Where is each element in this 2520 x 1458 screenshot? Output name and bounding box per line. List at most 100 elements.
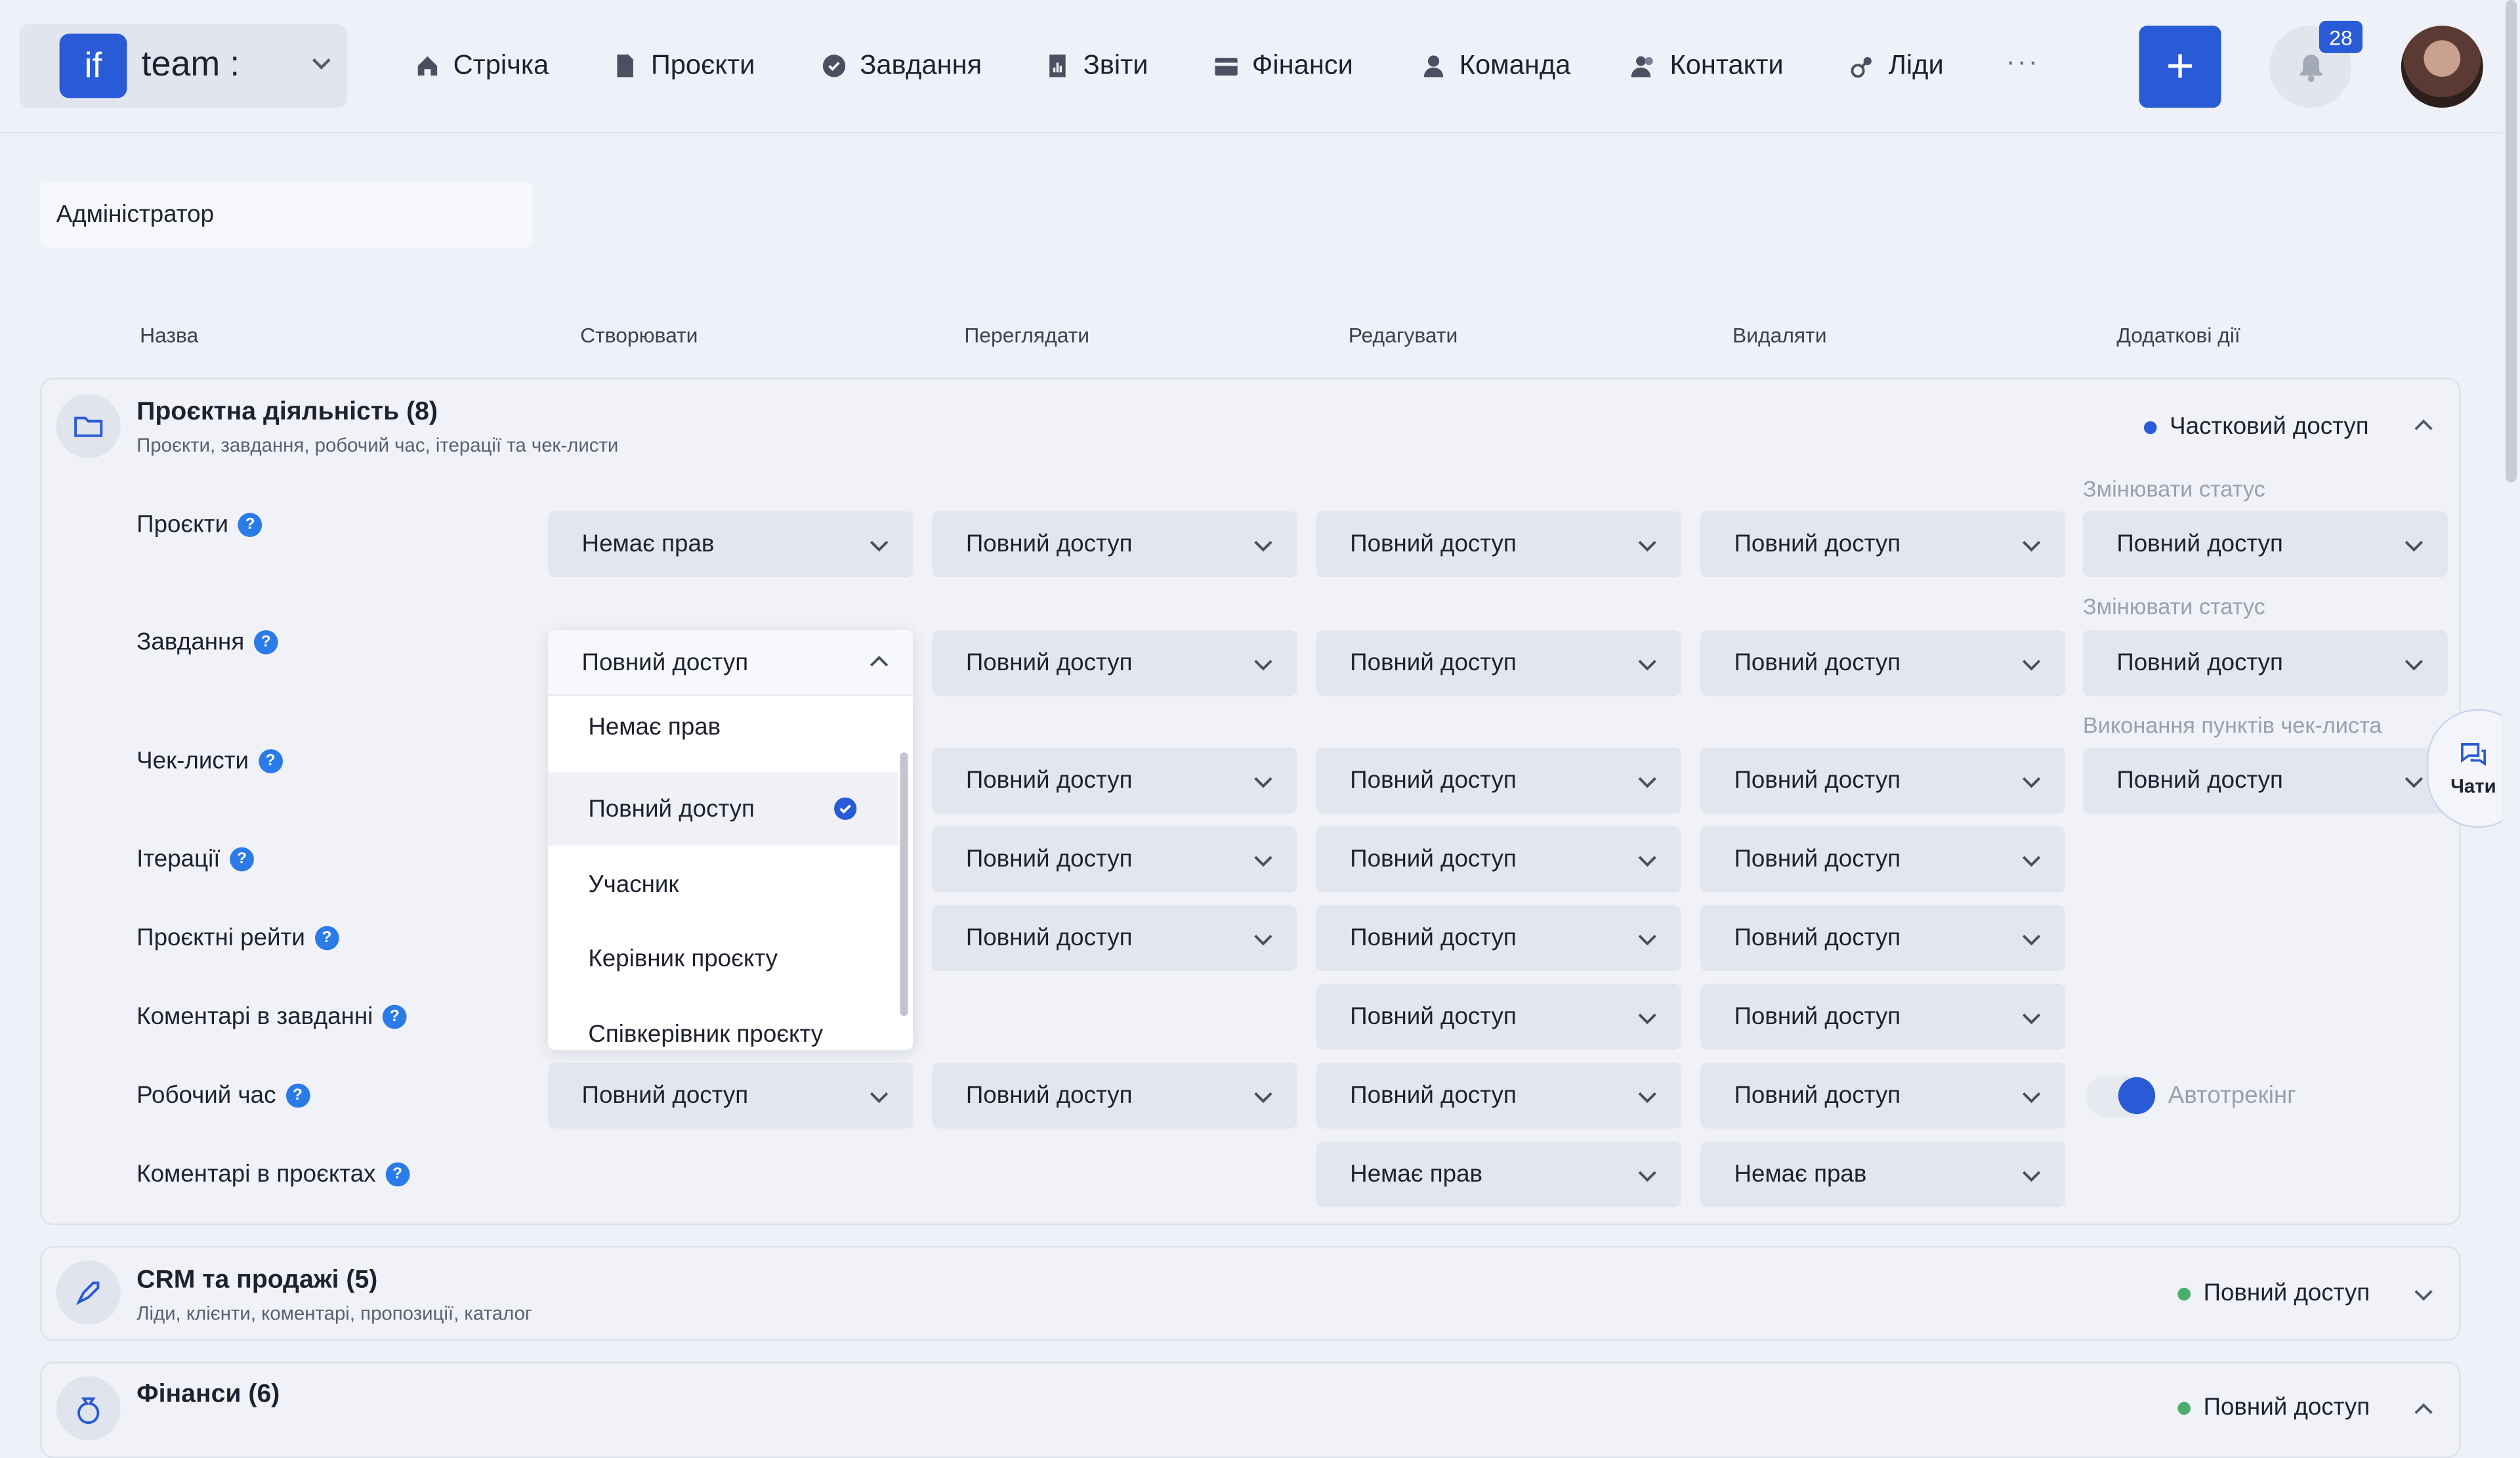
workspace-switcher[interactable]: if team : [19,24,347,108]
nav-finance[interactable]: Фінанси [1213,45,1353,87]
chevron-down-icon [1638,1012,1656,1024]
chevron-down-icon [1638,658,1656,670]
access-label: Частковий доступ [2170,413,2369,441]
dropdown-option[interactable]: Немає прав [548,699,898,754]
column-header-create: Створювати [580,323,698,347]
chevron-down-icon [1254,658,1272,670]
section-subtitle: Проєкти, завдання, робочий час, ітерації… [136,434,619,457]
chevron-down-icon [870,540,889,551]
contacts-icon [1631,56,1653,77]
select-create[interactable]: Немає прав [548,511,914,578]
select-delete[interactable]: Повний доступ [1700,983,2065,1050]
help-icon[interactable]: ? [238,513,262,537]
select-edit[interactable]: Повний доступ [1316,1062,1681,1129]
workspace-name: team : [141,43,240,84]
dropdown-option[interactable]: Учасник [548,847,898,922]
section-card-crm[interactable] [40,1245,2461,1341]
dropdown-scrollbar[interactable] [900,752,908,1016]
row-label-tasks: Завдання? [136,629,278,656]
row-label-project-comments: Коментарі в проєктах? [136,1161,410,1188]
select-extra[interactable]: Повний доступ [2082,747,2448,814]
chevron-up-icon[interactable] [2410,413,2436,439]
role-name-field[interactable]: Адміністратор [40,181,532,248]
help-icon[interactable]: ? [383,1004,407,1029]
select-view[interactable]: Повний доступ [932,905,1297,972]
section-access-status[interactable]: Частковий доступ [2143,413,2369,441]
select-edit[interactable]: Повний доступ [1316,905,1681,972]
nav-feed[interactable]: Стрічка [415,45,549,87]
access-label: Повний доступ [2203,1279,2370,1308]
select-edit[interactable]: Повний доступ [1316,826,1681,893]
section-title: Проєктна діяльність (8) [136,398,438,426]
chevron-down-icon [2022,776,2041,788]
nav-contacts[interactable]: Контакти [1631,45,1784,87]
select-view[interactable]: Повний доступ [932,1062,1297,1129]
select-view[interactable]: Повний доступ [932,511,1297,578]
help-icon[interactable]: ? [253,630,278,654]
section-icon [56,1376,121,1441]
chevron-down-icon [2022,1170,2041,1182]
page-scrollbar-thumb[interactable] [2505,0,2517,482]
chevron-down-icon [2022,1091,2041,1103]
select-view[interactable]: Повний доступ [932,630,1297,697]
more-menu-button[interactable]: ··· [2006,45,2039,79]
section-subtitle: Ліди, клієнти, коментарі, пропозиції, ка… [136,1302,532,1325]
select-edit[interactable]: Повний доступ [1316,630,1681,697]
select-delete[interactable]: Повний доступ [1700,630,2065,697]
section-icon [56,1260,121,1325]
help-icon[interactable]: ? [385,1162,410,1187]
select-create[interactable]: Повний доступ [548,1062,914,1129]
row-label-iterations: Ітерації? [136,846,254,873]
help-icon[interactable]: ? [258,749,283,773]
chevron-down-icon[interactable] [2410,1281,2436,1307]
dropdown-option[interactable]: Співкерівник проєкту [548,997,898,1050]
person-icon [1423,55,1444,77]
section-access-status[interactable]: Повний доступ [2177,1394,2370,1421]
chevron-down-icon [1638,776,1656,788]
dropdown-option[interactable]: Керівник проєкту [548,921,898,995]
select-delete[interactable]: Повний доступ [1700,1062,2065,1129]
select-edit[interactable]: Повний доступ [1316,983,1681,1050]
chevron-down-icon [1254,933,1272,945]
chevron-down-icon [1254,776,1272,788]
section-card-finance[interactable] [40,1362,2461,1458]
user-avatar[interactable] [2401,26,2483,108]
select-view[interactable]: Повний доступ [932,747,1297,814]
dropdown-option-selected[interactable]: Повний доступ [548,771,898,846]
chevron-up-icon[interactable] [2410,1397,2436,1423]
column-header-name: Назва [140,323,199,347]
nav-reports[interactable]: Звіти [1045,45,1148,87]
add-button[interactable]: + [2139,26,2221,108]
select-view[interactable]: Повний доступ [932,826,1297,893]
chevron-down-icon [1638,855,1656,867]
chevron-down-icon [2022,855,2041,867]
nav-leads[interactable]: Ліди [1850,45,1944,87]
select-edit[interactable]: Немає прав [1316,1141,1681,1208]
select-edit[interactable]: Повний доступ [1316,511,1681,578]
chevron-down-icon [2022,1012,2041,1024]
select-edit[interactable]: Повний доступ [1316,747,1681,814]
select-delete[interactable]: Повний доступ [1700,826,2065,893]
row-label-projects: Проєкти? [136,511,262,538]
section-access-status[interactable]: Повний доступ [2177,1279,2370,1307]
chevron-down-icon [2022,540,2041,551]
chevron-up-icon [870,655,889,667]
select-delete[interactable]: Немає прав [1700,1141,2065,1208]
select-extra[interactable]: Повний доступ [2082,630,2448,697]
select-delete[interactable]: Повний доступ [1700,511,2065,578]
section-title: CRM та продажі (5) [136,1266,378,1295]
help-icon[interactable]: ? [285,1083,310,1108]
select-extra[interactable]: Повний доступ [2082,511,2448,578]
money-bag-icon [77,1397,100,1425]
help-icon[interactable]: ? [230,847,254,872]
wallet-icon [1215,58,1238,76]
help-icon[interactable]: ? [314,926,339,951]
nav-projects[interactable]: Проєкти [612,45,755,87]
nav-team[interactable]: Команда [1421,45,1570,87]
select-delete[interactable]: Повний доступ [1700,747,2065,814]
select-delete[interactable]: Повний доступ [1700,905,2065,972]
create-dropdown-open[interactable]: Повний доступ Немає прав Повний доступ У… [548,630,914,1050]
nav-tasks[interactable]: Завдання [821,45,982,87]
folder-icon [74,416,103,437]
dropdown-selected-value[interactable]: Повний доступ [548,630,914,697]
